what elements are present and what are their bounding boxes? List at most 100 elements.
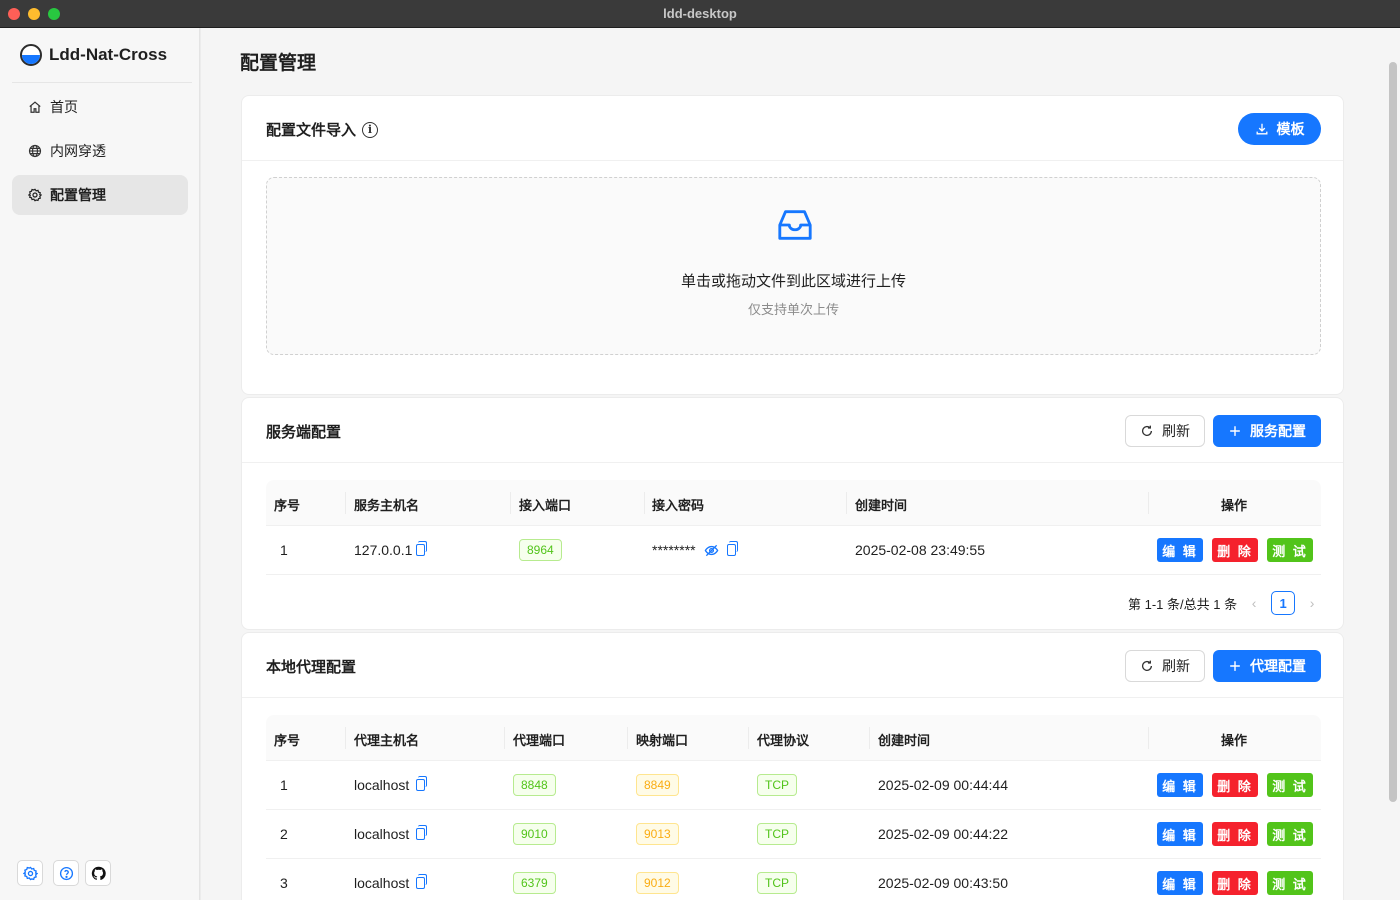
row-host-cell: localhost [354, 874, 428, 891]
mapped-port-tag: 9012 [636, 872, 679, 894]
gear-icon [28, 188, 42, 202]
window-title: ldd-desktop [663, 6, 737, 21]
edit-button[interactable]: 编 辑 [1157, 871, 1203, 895]
template-download-button[interactable]: 模板 [1238, 113, 1321, 145]
column-divider [1148, 727, 1149, 749]
protocol-tag: TCP [757, 774, 797, 796]
column-header-actions: 操作 [1221, 733, 1248, 748]
row-password: ******** [652, 542, 696, 558]
row-created: 2025-02-09 00:43:50 [878, 875, 1008, 891]
proxy-refresh-label: 刷新 [1162, 658, 1190, 674]
row-host: 127.0.0.1 [354, 542, 413, 558]
pagination-page[interactable]: 1 [1271, 591, 1296, 615]
row-index: 3 [280, 875, 288, 891]
column-header-index: 序号 [274, 498, 301, 513]
sidebar-item-home[interactable]: 首页 [12, 87, 188, 127]
plus-icon [1228, 424, 1242, 438]
brand[interactable]: Ldd-Nat-Cross [20, 44, 167, 66]
row-index: 1 [280, 777, 288, 793]
plus-icon [1228, 659, 1242, 673]
server-table-header: 序号 服务主机名 接入端口 接入密码 创建时间 操作 [266, 480, 1321, 526]
github-button[interactable] [85, 860, 111, 886]
proxy-refresh-button[interactable]: 刷新 [1125, 650, 1205, 682]
column-divider [869, 727, 870, 749]
row-host: localhost [354, 777, 410, 793]
proxy-config-title: 本地代理配置 [266, 659, 357, 676]
import-card: 配置文件导入 i 模板 单击或拖动文件到此区域进行上传 仅支持单次上传 [241, 95, 1344, 395]
add-proxy-config-button[interactable]: 代理配置 [1213, 650, 1321, 682]
copy-icon[interactable] [416, 874, 428, 889]
test-button[interactable]: 测 试 [1267, 538, 1313, 562]
column-header-protocol: 代理协议 [757, 733, 810, 748]
main-content: 配置管理 配置文件导入 i 模板 单击或拖动文件到此区域进行上传 仅支持单次上传 [201, 28, 1400, 900]
template-download-label: 模板 [1276, 121, 1305, 137]
mapped-port-tag: 9013 [636, 823, 679, 845]
column-divider [644, 492, 645, 514]
column-header-password: 接入密码 [652, 498, 705, 513]
column-header-proxy-port: 代理端口 [513, 733, 566, 748]
port-tag: 8964 [519, 539, 562, 561]
server-table: 序号 服务主机名 接入端口 接入密码 创建时间 操作 1 127.0.0.1 8… [266, 480, 1321, 576]
add-proxy-config-label: 代理配置 [1250, 658, 1306, 674]
eye-invisible-icon[interactable] [704, 543, 719, 558]
row-host: localhost [354, 826, 410, 842]
column-divider [510, 492, 511, 514]
edit-button[interactable]: 编 辑 [1157, 773, 1203, 797]
brand-logo-icon [20, 44, 42, 66]
row-index: 1 [280, 542, 288, 558]
server-refresh-label: 刷新 [1162, 423, 1190, 439]
server-config-header: 服务端配置 刷新 服务配置 [242, 398, 1343, 463]
proxy-port-tag: 8848 [513, 774, 556, 796]
help-button[interactable] [53, 860, 79, 886]
inbox-icon [776, 206, 814, 244]
sidebar-item-label: 配置管理 [50, 187, 106, 203]
sidebar-item-intranet[interactable]: 内网穿透 [12, 131, 188, 171]
column-header-actions: 操作 [1221, 498, 1248, 513]
vertical-scrollbar[interactable] [1389, 62, 1397, 802]
row-created: 2025-02-08 23:49:55 [855, 542, 985, 558]
column-header-mapped-port: 映射端口 [636, 733, 689, 748]
test-button[interactable]: 测 试 [1267, 773, 1313, 797]
column-header-created: 创建时间 [855, 498, 908, 513]
test-button[interactable]: 测 试 [1267, 871, 1313, 895]
delete-button[interactable]: 删 除 [1212, 822, 1258, 846]
proxy-table-header: 序号 代理主机名 代理端口 映射端口 代理协议 创建时间 操作 [266, 715, 1321, 761]
copy-icon[interactable] [416, 541, 428, 556]
table-row: 2 localhost 9010 9013 TCP 2025-02-09 00:… [266, 810, 1321, 859]
column-divider [748, 727, 749, 749]
pagination-next-icon[interactable]: › [1305, 595, 1319, 611]
refresh-icon [1140, 424, 1154, 438]
row-created: 2025-02-09 00:44:22 [878, 826, 1008, 842]
home-icon [28, 100, 42, 114]
info-icon[interactable]: i [362, 121, 379, 138]
edit-button[interactable]: 编 辑 [1157, 538, 1203, 562]
brand-divider [12, 82, 192, 83]
copy-icon[interactable] [726, 541, 738, 556]
table-row: 1 localhost 8848 8849 TCP 2025-02-09 00:… [266, 761, 1321, 810]
edit-button[interactable]: 编 辑 [1157, 822, 1203, 846]
settings-button[interactable] [17, 860, 43, 886]
column-divider [1148, 492, 1149, 514]
file-dropzone[interactable]: 单击或拖动文件到此区域进行上传 仅支持单次上传 [266, 177, 1321, 355]
pagination-prev-icon[interactable]: ‹ [1247, 595, 1261, 611]
settings-icon [22, 866, 38, 881]
delete-button[interactable]: 删 除 [1212, 538, 1258, 562]
proxy-port-tag: 9010 [513, 823, 556, 845]
dropzone-hint: 仅支持单次上传 [747, 302, 839, 317]
sidebar-item-label: 首页 [50, 99, 78, 115]
test-button[interactable]: 测 试 [1267, 822, 1313, 846]
protocol-tag: TCP [757, 872, 797, 894]
mapped-port-tag: 8849 [636, 774, 679, 796]
sidebar-item-config[interactable]: 配置管理 [12, 175, 188, 215]
copy-icon[interactable] [416, 825, 428, 840]
delete-button[interactable]: 删 除 [1212, 773, 1258, 797]
row-index: 2 [280, 826, 288, 842]
help-icon [59, 866, 74, 881]
copy-icon[interactable] [416, 776, 428, 791]
delete-button[interactable]: 删 除 [1212, 871, 1258, 895]
server-refresh-button[interactable]: 刷新 [1125, 415, 1205, 447]
page-title: 配置管理 [240, 53, 317, 74]
column-header-host: 服务主机名 [354, 498, 420, 513]
sidebar: Ldd-Nat-Cross 首页 内网穿透 配置管理 [0, 28, 200, 900]
add-server-config-button[interactable]: 服务配置 [1213, 415, 1321, 447]
